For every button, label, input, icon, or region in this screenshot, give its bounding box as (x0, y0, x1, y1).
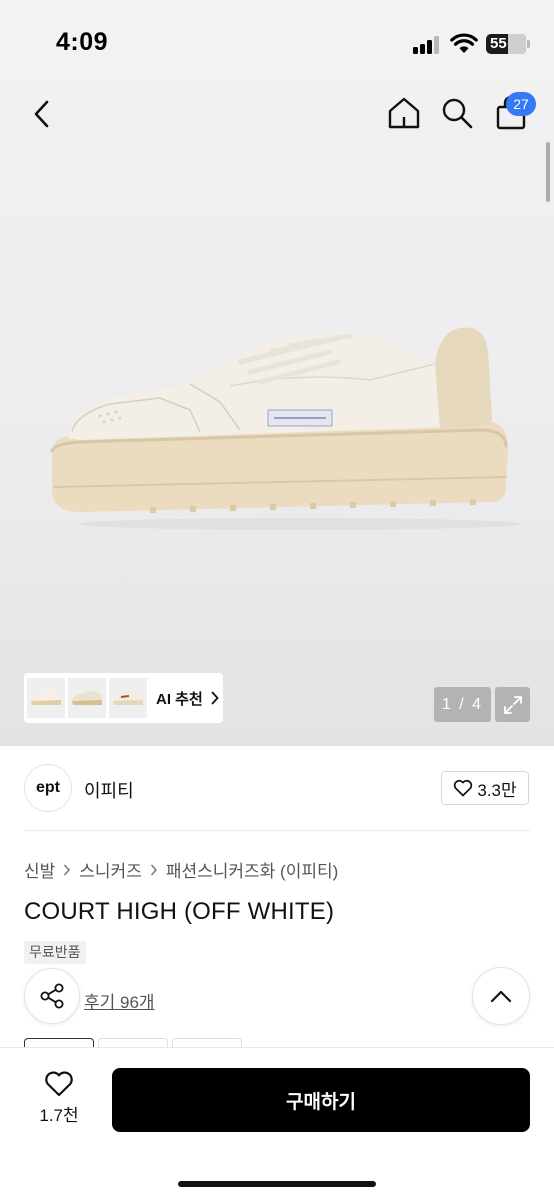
brand-name[interactable]: 이피티 (84, 777, 134, 803)
expand-image-button[interactable] (495, 687, 530, 722)
brand-like-count: 3.3만 (477, 780, 517, 800)
chevron-up-icon (490, 990, 512, 1003)
wishlist-count: 1.7천 (39, 1106, 79, 1125)
breadcrumb-item[interactable]: 스니커즈 (79, 857, 142, 882)
brand-logo[interactable]: ept (24, 764, 72, 812)
heart-icon (45, 1071, 73, 1097)
back-button[interactable] (22, 94, 62, 134)
chevron-right-icon (150, 863, 158, 876)
status-bar: 4:09 55 (0, 0, 554, 82)
cart-count-badge: 27 (506, 92, 536, 116)
brand-like-button[interactable]: 3.3만 (441, 771, 529, 805)
product-title: COURT HIGH (OFF WHITE) (24, 898, 335, 925)
thumbnail-sneaker-image (72, 691, 102, 705)
battery-level: 55 (490, 35, 507, 52)
home-icon (388, 97, 420, 129)
wifi-icon (450, 33, 478, 53)
share-button[interactable] (24, 968, 80, 1024)
chevron-right-icon (211, 691, 219, 705)
thumbnail-sneaker-image (113, 691, 143, 705)
thumbnail-2[interactable] (68, 678, 106, 718)
image-counter: 1 / 4 (434, 687, 491, 722)
thumbnail-3[interactable] (109, 678, 147, 718)
ai-recommend-label: AI 추천 (156, 690, 203, 708)
home-indicator (178, 1181, 376, 1187)
thumbnail-sneaker-image (31, 691, 61, 705)
home-button[interactable] (383, 92, 425, 134)
wishlist-button[interactable]: 1.7천 (30, 1070, 88, 1130)
free-return-badge: 무료반품 (24, 941, 86, 964)
scrollbar[interactable] (546, 142, 550, 202)
battery-icon: 55 (486, 34, 526, 54)
product-image-gallery[interactable]: 27 AI 추천 1 / 4 (0, 82, 554, 746)
thumbnail-1[interactable] (27, 678, 65, 718)
cellular-signal-icon (413, 36, 441, 54)
battery-cap (527, 40, 530, 48)
chevron-left-icon (34, 100, 49, 128)
search-button[interactable] (436, 92, 478, 134)
status-time: 4:09 (56, 28, 109, 56)
review-link[interactable]: 후기 96개 (84, 988, 155, 1013)
chevron-right-icon (63, 863, 71, 876)
bottom-action-bar: 1.7천 구매하기 (0, 1047, 554, 1200)
breadcrumb-item[interactable]: 패션스니커즈화 (이피티) (166, 857, 338, 882)
scroll-to-top-button[interactable] (472, 967, 530, 1025)
breadcrumb-item[interactable]: 신발 (24, 857, 55, 882)
expand-icon (503, 695, 522, 714)
ai-recommend-thumbnails[interactable]: AI 추천 (24, 673, 223, 723)
breadcrumb: 신발 스니커즈 패션스니커즈화 (이피티) (24, 857, 338, 882)
share-icon (40, 983, 64, 1009)
divider (24, 830, 530, 831)
product-image-sneaker (50, 327, 520, 530)
search-icon (442, 98, 473, 129)
buy-button[interactable]: 구매하기 (112, 1068, 530, 1132)
heart-icon (454, 779, 473, 797)
